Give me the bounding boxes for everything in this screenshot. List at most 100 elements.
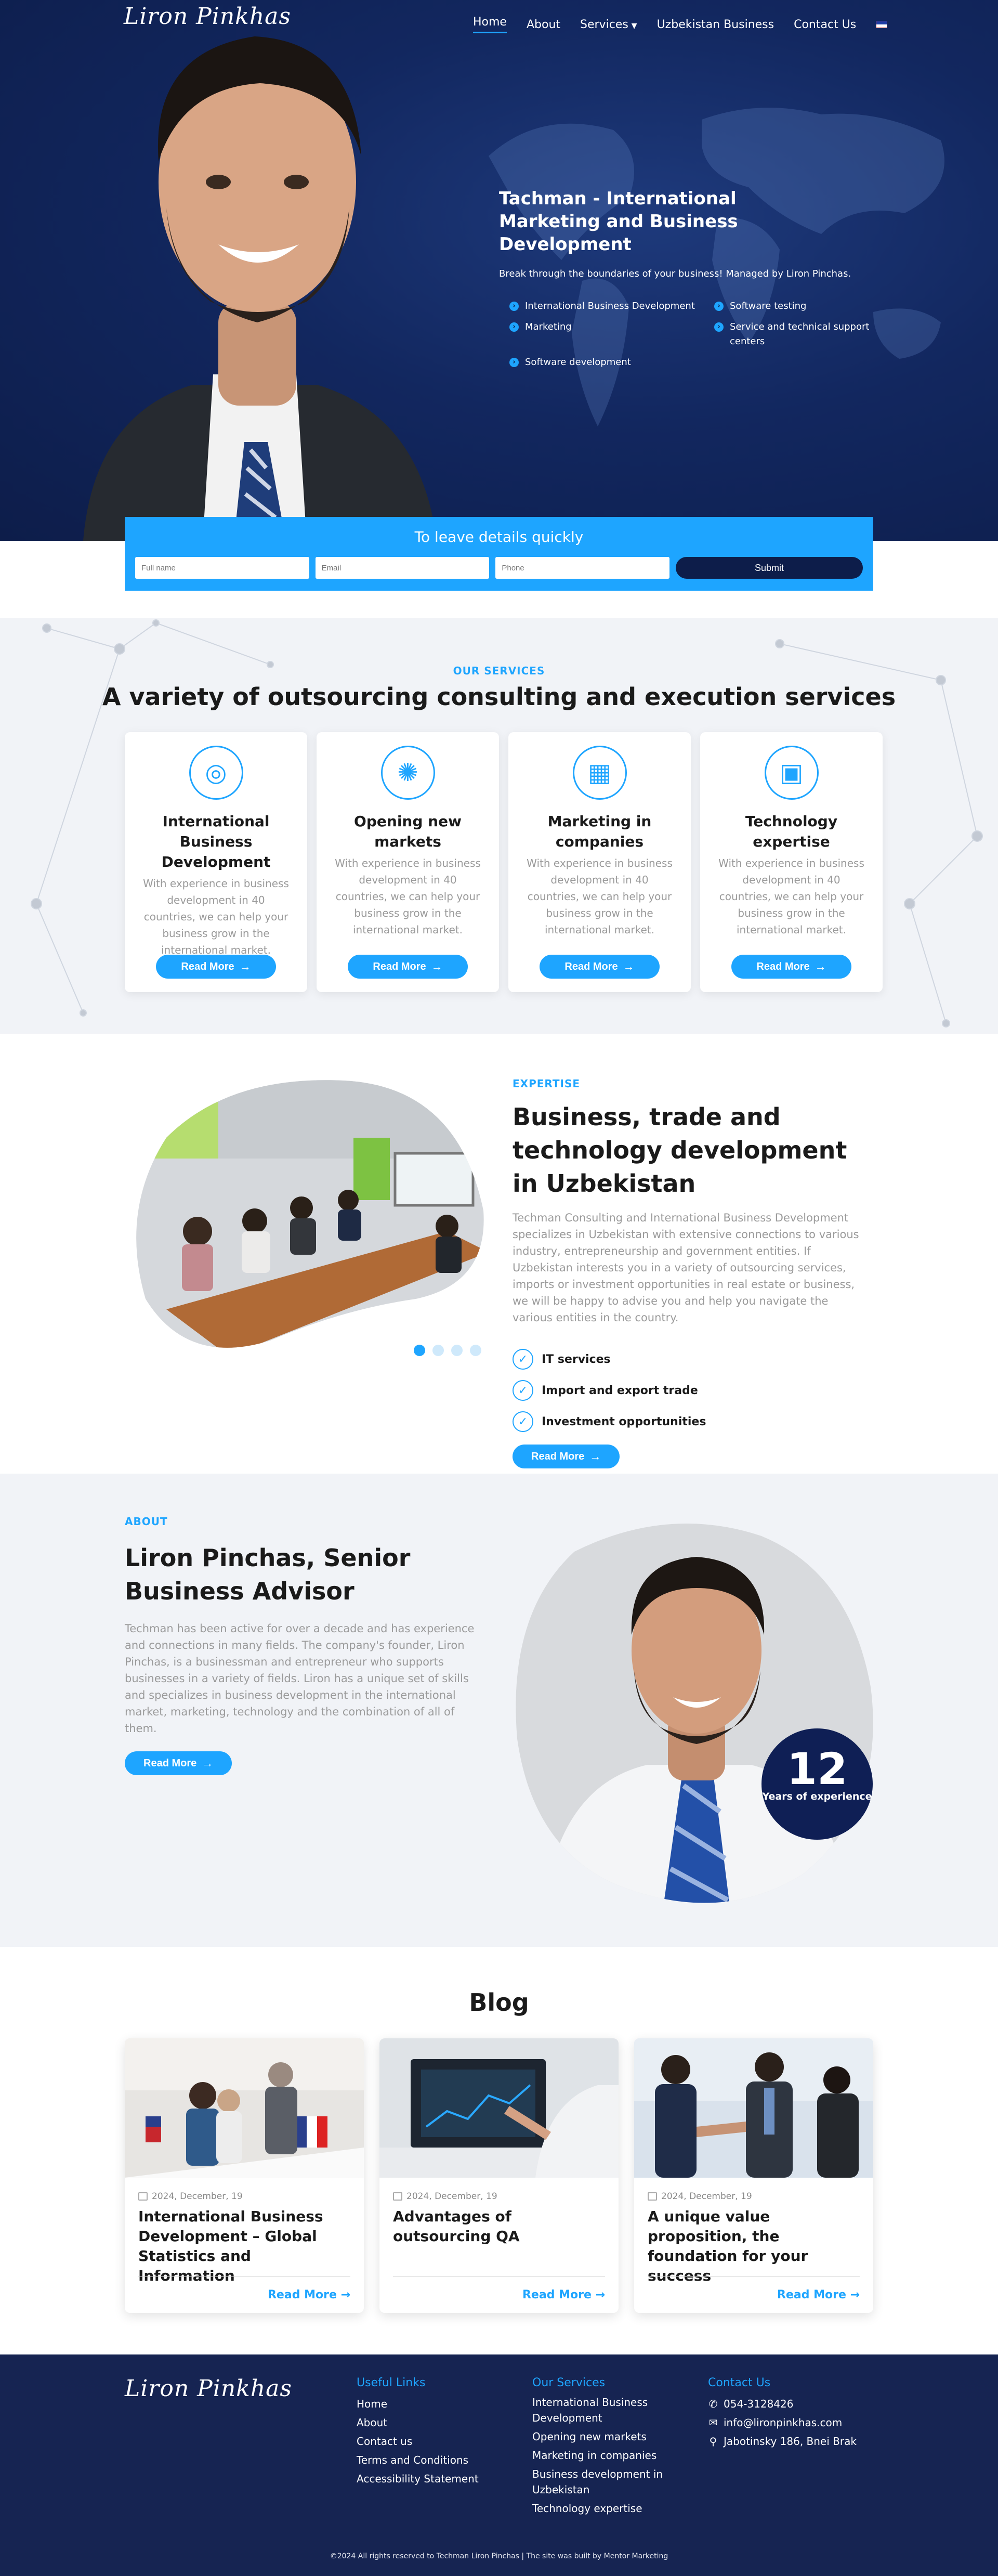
expertise-checklist: ✓ IT services ✓ Import and export trade ✓ I… [513, 1344, 871, 1437]
expertise-read-more-button[interactable]: Read More → [513, 1445, 620, 1468]
service-card-title: International Business Development [161, 813, 271, 870]
hero-list-label: Marketing [525, 321, 572, 332]
read-more-label: Read More [373, 960, 426, 972]
hero-text: Tachman - International Marketing and Bu… [499, 187, 886, 370]
lightbulb-icon: ✺ [380, 746, 435, 800]
slider-dot[interactable] [470, 1345, 481, 1356]
us-flag-icon[interactable] [876, 21, 888, 28]
blog-post-image [634, 2038, 873, 2178]
blog-post-image [379, 2038, 619, 2178]
full-name-input[interactable] [135, 557, 309, 579]
checklist-label: Import and export trade [542, 1384, 698, 1397]
phone-label: 054-3128426 [724, 2398, 794, 2410]
services-kicker: OUR SERVICES [453, 665, 545, 677]
footer-link-contact[interactable]: Contact us [357, 2432, 479, 2451]
read-more-label: Read More [181, 960, 234, 972]
service-card: ▣ Technology expertise With experience i… [700, 732, 883, 992]
slider-dot-active[interactable] [414, 1345, 425, 1356]
globe-icon: ◎ [189, 746, 243, 800]
nav-contact-us[interactable]: Contact Us [794, 18, 856, 31]
read-more-button[interactable]: Read More → [348, 955, 468, 979]
check-icon: ✓ [513, 1411, 533, 1432]
service-card-text: With experience in business development … [143, 877, 289, 956]
read-more-label: Read More [756, 960, 810, 972]
services-section: OUR SERVICES A variety of outsourcing co… [0, 618, 998, 1034]
read-more-label: Read More [267, 2288, 337, 2301]
blog-post-card[interactable]: 2024, December, 19 Advantages of outsour… [379, 2038, 619, 2313]
footer-logo[interactable]: Liron Pinkhas [125, 2375, 292, 2402]
footer-email[interactable]: ✉ info@lironpinkhas.com [708, 2413, 857, 2432]
blog-post-card[interactable]: 2024, December, 19 A unique value propos… [634, 2038, 873, 2313]
service-card: ✺ Opening new markets With experience in… [317, 732, 499, 992]
footer-service-link[interactable]: Opening new markets [532, 2429, 688, 2444]
check-icon: ✓ [513, 1349, 533, 1370]
footer-service-link[interactable]: Business development in Uzbekistan [532, 2466, 688, 2497]
hero-list-label: International Business Development [525, 301, 695, 311]
service-card-text: With experience in business development … [718, 857, 864, 936]
footer-link-terms[interactable]: Terms and Conditions [357, 2451, 479, 2469]
checklist-label: IT services [542, 1352, 611, 1366]
footer-link-home[interactable]: Home [357, 2395, 479, 2413]
checklist-label: Investment opportunities [542, 1415, 706, 1428]
hero-list-item: › Software testing [714, 299, 886, 314]
phone-input[interactable] [495, 557, 670, 579]
nav-uzbekistan-business[interactable]: Uzbekistan Business [657, 18, 774, 31]
about-read-more-button[interactable]: Read More → [125, 1751, 232, 1775]
hero-service-list: › International Business Development › Sof… [509, 299, 886, 370]
footer-phone[interactable]: ✆ 054-3128426 [708, 2395, 857, 2413]
post-read-more-link[interactable]: Read More → [138, 2276, 350, 2301]
service-card: ◎ International Business Development Wit… [125, 732, 307, 992]
post-title[interactable]: International Business Development – Glo… [138, 2207, 350, 2286]
read-more-label: Read More [522, 2288, 592, 2301]
hero-list-item: › Marketing [509, 320, 702, 349]
nav-home[interactable]: Home [473, 16, 507, 33]
footer-service-link[interactable]: International Business Development [532, 2395, 688, 2426]
post-read-more-link[interactable]: Read More → [393, 2276, 605, 2301]
service-card: ▦ Marketing in companies With experience… [508, 732, 691, 992]
service-card-title: Technology expertise [745, 813, 838, 850]
chevron-right-icon: › [509, 322, 519, 332]
footer-link-accessibility[interactable]: Accessibility Statement [357, 2469, 479, 2488]
footer-address: ⚲ Jabotinsky 186, Bnei Brak [708, 2432, 857, 2451]
blog-post-card[interactable]: 2024, December, 19 International Busines… [125, 2038, 364, 2313]
about-section: ABOUT Liron Pinchas, Senior Business Adv… [0, 1474, 998, 1947]
calendar-icon [138, 2192, 148, 2201]
nav-services[interactable]: Services ▼ [580, 18, 637, 31]
arrow-right-icon: → [589, 1450, 601, 1463]
copyright: ©2024 All rights reserved to Techman Lir… [330, 2552, 668, 2560]
footer-link-about[interactable]: About [357, 2413, 479, 2432]
checklist-item: ✓ IT services [513, 1344, 871, 1375]
submit-button[interactable]: Submit [676, 557, 863, 579]
hero-subtitle: Break through the boundaries of your bus… [499, 268, 851, 279]
footer-service-link[interactable]: Technology expertise [532, 2501, 688, 2516]
nav-about[interactable]: About [527, 18, 560, 31]
hero-list-item: › Service and technical support centers [714, 320, 886, 349]
post-title[interactable]: Advantages of outsourcing QA [393, 2207, 605, 2246]
read-more-button[interactable]: Read More → [731, 955, 851, 979]
liron-portrait-image [83, 36, 437, 541]
arrow-right-icon: → [623, 960, 635, 973]
site-logo[interactable]: Liron Pinkhas [124, 3, 291, 30]
slider-dot[interactable] [432, 1345, 444, 1356]
lead-form-title: To leave details quickly [414, 528, 584, 545]
chip-icon: ▣ [764, 746, 819, 800]
expertise-description: Techman Consulting and International Bus… [513, 1212, 859, 1324]
read-more-button[interactable]: Read More → [156, 955, 276, 979]
hero-list-label: Service and technical support centers [730, 321, 870, 347]
email-input[interactable] [315, 557, 490, 579]
slider-dot[interactable] [451, 1345, 463, 1356]
hero-list-label: Software testing [730, 301, 807, 311]
post-title[interactable]: A unique value proposition, the foundati… [648, 2207, 860, 2286]
footer-useful-title: Useful Links [357, 2376, 426, 2389]
years-label: Years of experience [762, 1791, 872, 1802]
post-read-more-link[interactable]: Read More → [648, 2276, 860, 2301]
hero-section: Liron Pinkhas Home About Services ▼ Uzbek… [0, 0, 998, 541]
read-more-button[interactable]: Read More → [540, 955, 660, 979]
arrow-right-icon: → [850, 2288, 860, 2301]
arrow-right-icon: → [202, 1757, 214, 1770]
email-label: info@lironpinkhas.com [724, 2416, 843, 2429]
address-label: Jabotinsky 186, Bnei Brak [724, 2435, 857, 2448]
footer-service-link[interactable]: Marketing in companies [532, 2448, 688, 2463]
blog-section: Blog 2024, December, 19 International Bu… [0, 1947, 998, 2354]
checklist-item: ✓ Import and export trade [513, 1375, 871, 1406]
